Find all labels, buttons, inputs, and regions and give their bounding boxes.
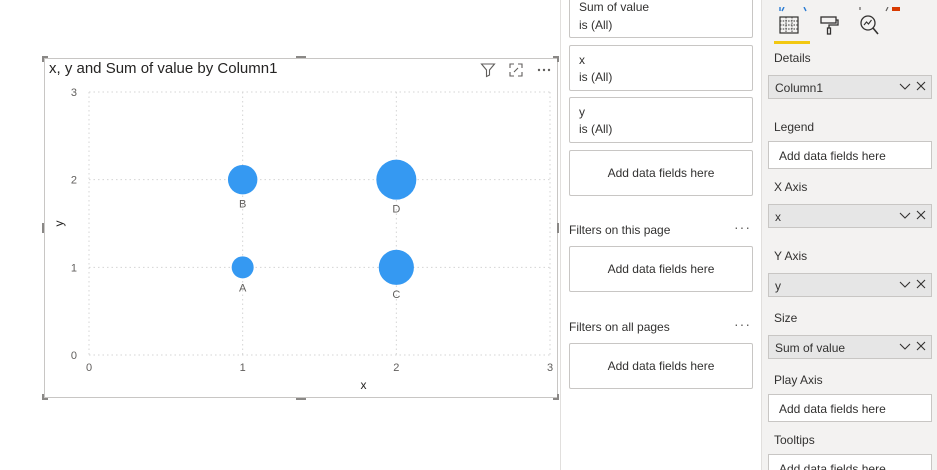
- more-options-icon[interactable]: ···: [734, 219, 751, 235]
- tab-format[interactable]: [816, 12, 842, 38]
- chevron-down-icon[interactable]: [899, 208, 911, 225]
- data-label: D: [392, 204, 400, 216]
- filters-on-all-pages-header: Filters on all pages ···: [569, 316, 753, 334]
- visualizations-pane: Details Column1 Legend Add data fields h…: [761, 0, 937, 470]
- legend-well[interactable]: Add data fields here: [768, 141, 932, 169]
- field-pill: Column1: [775, 81, 824, 95]
- filter-card-x[interactable]: x is (All): [569, 45, 753, 91]
- viz-icon-strip: [762, 0, 937, 12]
- x-axis-title: x: [361, 378, 367, 392]
- y-axis-well[interactable]: y: [768, 273, 932, 297]
- fields-grid-icon: [779, 16, 799, 34]
- remove-field-icon[interactable]: [916, 208, 926, 225]
- report-filter-dropzone[interactable]: Add data fields here: [569, 343, 753, 389]
- field-pill: y: [775, 279, 781, 293]
- dropzone-placeholder: Add data fields here: [779, 462, 886, 470]
- viz-tabs: [774, 12, 882, 44]
- x-tick-label: 3: [547, 362, 553, 374]
- field-pill: x: [775, 210, 781, 224]
- data-label: A: [239, 282, 247, 294]
- tooltips-well[interactable]: Add data fields here: [768, 454, 932, 470]
- filter-card-name: x: [579, 53, 585, 67]
- well-label-play-axis: Play Axis: [774, 373, 823, 387]
- details-well[interactable]: Column1: [768, 75, 932, 99]
- page-filter-dropzone[interactable]: Add data fields here: [569, 246, 753, 292]
- data-label: C: [392, 289, 400, 301]
- resize-handle-bottom[interactable]: [296, 398, 306, 400]
- well-label-size: Size: [774, 311, 798, 325]
- x-tick-label: 0: [86, 362, 92, 374]
- filters-pane: Sum of value is (All) x is (All) y is (A…: [560, 0, 760, 470]
- filter-card-value: is (All): [579, 70, 613, 84]
- x-tick-label: 1: [240, 362, 246, 374]
- resize-handle-top[interactable]: [296, 56, 306, 58]
- resize-handle-right[interactable]: [557, 223, 559, 233]
- filter-card-name: y: [579, 105, 585, 119]
- x-axis-well[interactable]: x: [768, 204, 932, 228]
- filters-on-page-header: Filters on this page ···: [569, 219, 753, 237]
- paint-roller-icon: [820, 16, 839, 35]
- resize-handle-tl-v[interactable]: [42, 56, 44, 62]
- filter-card-value: is (All): [579, 122, 613, 136]
- section-title: Filters on this page: [569, 223, 671, 237]
- bubble-C: [378, 249, 414, 285]
- chevron-down-icon[interactable]: [899, 277, 911, 294]
- section-title: Filters on all pages: [569, 320, 670, 334]
- bubble-A: [231, 256, 254, 279]
- well-label-x-axis: X Axis: [774, 180, 808, 194]
- chevron-down-icon[interactable]: [899, 79, 911, 96]
- bubble-D: [376, 159, 417, 200]
- y-tick-label: 0: [71, 350, 77, 362]
- well-label-tooltips: Tooltips: [774, 433, 815, 447]
- well-label-y-axis: Y Axis: [774, 249, 808, 263]
- chevron-down-icon[interactable]: [899, 339, 911, 356]
- filter-card-name: Sum of value: [579, 0, 650, 14]
- tab-fields[interactable]: [774, 12, 810, 44]
- tab-analytics[interactable]: [856, 12, 882, 38]
- y-tick-label: 2: [71, 175, 77, 187]
- data-label: B: [239, 198, 246, 210]
- x-tick-label: 2: [393, 362, 399, 374]
- dropzone-placeholder: Add data fields here: [779, 402, 886, 416]
- filter-card-value: is (All): [579, 18, 613, 32]
- y-axis-title: y: [52, 221, 66, 227]
- remove-field-icon[interactable]: [916, 79, 926, 96]
- size-well[interactable]: Sum of value: [768, 335, 932, 359]
- play-axis-well[interactable]: Add data fields here: [768, 394, 932, 422]
- analytics-magnifier-icon: [860, 15, 879, 35]
- scatter-chart: 0 1 2 3 0 1 2 3 x y A B C D: [52, 87, 553, 392]
- filter-card-sum-of-value[interactable]: Sum of value is (All): [569, 0, 753, 38]
- scatter-visual[interactable]: x, y and Sum of value by Column1 0123012…: [44, 58, 558, 398]
- filter-card-y[interactable]: y is (All): [569, 97, 753, 143]
- resize-handle-bl-v[interactable]: [42, 394, 44, 400]
- y-tick-label: 3: [71, 87, 77, 99]
- dropzone-placeholder: Add data fields here: [779, 149, 886, 163]
- resize-handle-tr-v[interactable]: [557, 56, 559, 62]
- y-tick-label: 1: [71, 262, 77, 274]
- resize-handle-br-v[interactable]: [557, 394, 559, 400]
- report-canvas: x, y and Sum of value by Column1 0123012…: [0, 0, 560, 470]
- field-pill: Sum of value: [775, 341, 846, 355]
- resize-handle-left[interactable]: [42, 223, 44, 233]
- bubble-B: [227, 164, 258, 195]
- visual-filter-dropzone[interactable]: Add data fields here: [569, 150, 753, 196]
- remove-field-icon[interactable]: [916, 339, 926, 356]
- more-options-icon[interactable]: ···: [734, 316, 751, 332]
- well-label-legend: Legend: [774, 120, 815, 134]
- well-label-details: Details: [774, 51, 811, 65]
- remove-field-icon[interactable]: [916, 277, 926, 294]
